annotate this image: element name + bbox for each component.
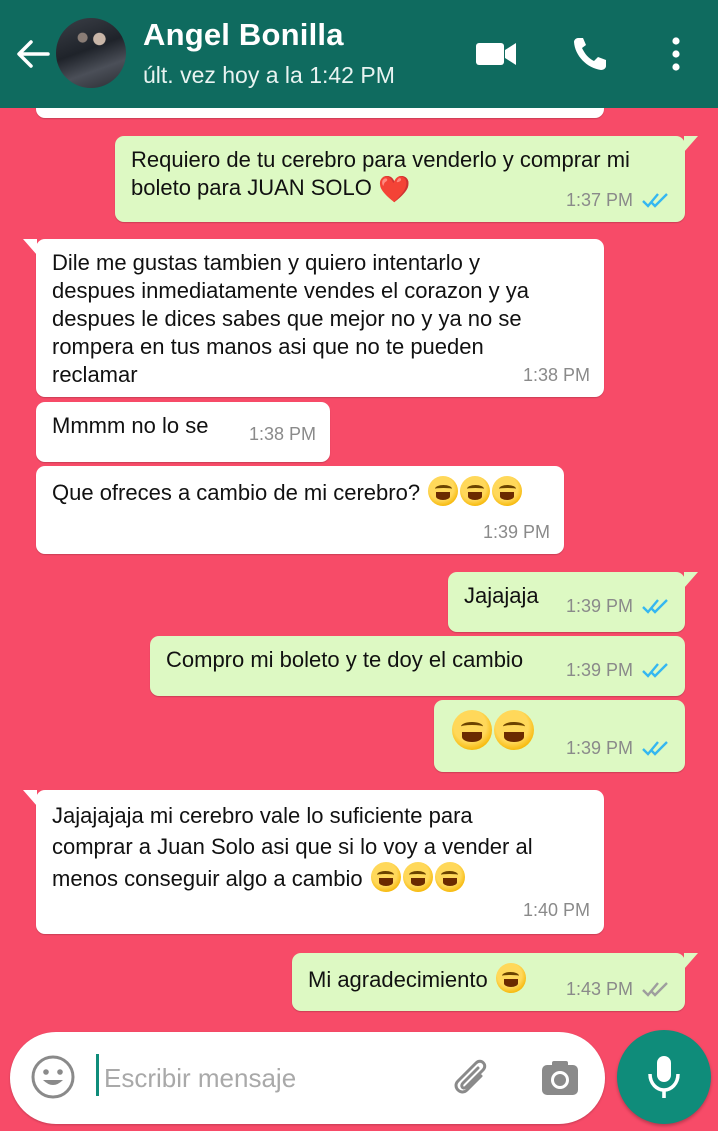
message-bubble-incoming[interactable]: Dile me gustas tambien y quiero intentar… bbox=[23, 239, 604, 397]
message-time: 1:39 PM bbox=[565, 596, 633, 616]
message-bubble-incoming[interactable]: Mmmm no lo se 1:38 PM bbox=[36, 402, 330, 462]
message-bubble-outgoing[interactable]: Jajajaja 1:39 PM bbox=[448, 572, 698, 632]
message-bubble-incoming[interactable]: Que ofreces a cambio de mi cerebro? 1:39… bbox=[36, 466, 564, 554]
message-time: 1:43 PM bbox=[565, 979, 633, 999]
back-arrow-icon[interactable] bbox=[14, 36, 52, 72]
phone-icon[interactable] bbox=[570, 34, 614, 74]
message-time: 1:39 PM bbox=[565, 660, 633, 680]
message-bubble-incoming[interactable]: Jajajajaja mi cerebro vale lo suficiente… bbox=[23, 790, 604, 934]
read-receipt-icon bbox=[642, 663, 668, 678]
video-call-icon[interactable] bbox=[474, 34, 518, 74]
message-meta: 1:43 PM bbox=[566, 975, 671, 1003]
message-input[interactable] bbox=[102, 1054, 436, 1102]
heart-emoji: ❤️ bbox=[378, 174, 411, 204]
laughing-emoji-icon bbox=[450, 710, 534, 750]
text-cursor bbox=[96, 1054, 99, 1096]
message-meta: 1:39 PM bbox=[566, 592, 671, 620]
chat-header: Angel Bonilla últ. vez hoy a la 1:42 PM bbox=[0, 0, 718, 108]
message-meta: 1:38 PM bbox=[523, 361, 590, 389]
emoji-icon[interactable] bbox=[30, 1054, 76, 1100]
attach-icon[interactable] bbox=[448, 1054, 494, 1100]
delivered-receipt-icon bbox=[642, 982, 668, 997]
message-bubble-outgoing[interactable]: Mi agradecimiento 1:43 PM bbox=[292, 953, 698, 1011]
laughing-emoji-icon bbox=[494, 963, 526, 993]
message-meta: 1:39 PM bbox=[566, 734, 671, 762]
message-time: 1:39 PM bbox=[482, 522, 550, 542]
read-receipt-icon bbox=[642, 193, 668, 208]
contact-name[interactable]: Angel Bonilla bbox=[143, 17, 344, 53]
message-time: 1:37 PM bbox=[565, 190, 633, 210]
message-meta: 1:39 PM bbox=[566, 656, 671, 684]
last-seen-status: últ. vez hoy a la 1:42 PM bbox=[143, 62, 395, 88]
message-time: 1:38 PM bbox=[522, 365, 590, 385]
message-meta: 1:39 PM bbox=[483, 518, 550, 546]
message-meta: 1:40 PM bbox=[523, 895, 590, 926]
message-text: Mmmm no lo se bbox=[52, 413, 209, 438]
message-bubble-outgoing[interactable]: Requiero de tu cerebro para venderlo y c… bbox=[115, 136, 698, 222]
message-text: Mi agradecimiento bbox=[308, 967, 488, 992]
message-text: Dile me gustas tambien y quiero intentar… bbox=[52, 250, 529, 387]
message-bubble-outgoing[interactable]: 1:39 PM bbox=[434, 700, 685, 772]
contact-avatar[interactable] bbox=[56, 18, 126, 88]
message-time: 1:38 PM bbox=[248, 424, 316, 444]
laughing-emoji-icon bbox=[369, 862, 465, 892]
laughing-emoji-icon bbox=[426, 476, 523, 506]
message-list[interactable]: Requiero de tu cerebro para venderlo y c… bbox=[0, 78, 718, 1030]
message-composer bbox=[10, 1032, 605, 1124]
more-options-icon[interactable] bbox=[656, 34, 696, 74]
voice-message-button[interactable] bbox=[617, 1030, 711, 1124]
message-text: Que ofreces a cambio de mi cerebro? bbox=[52, 480, 421, 505]
message-meta: 1:38 PM bbox=[249, 420, 316, 448]
message-time: 1:39 PM bbox=[565, 738, 633, 758]
read-receipt-icon bbox=[642, 599, 668, 614]
read-receipt-icon bbox=[642, 741, 668, 756]
message-time: 1:40 PM bbox=[522, 900, 590, 920]
camera-icon[interactable] bbox=[538, 1056, 582, 1100]
microphone-icon bbox=[648, 1056, 680, 1098]
message-text: Jajajaja bbox=[464, 583, 539, 608]
message-meta: 1:37 PM bbox=[566, 186, 671, 214]
message-bubble-outgoing[interactable]: Compro mi boleto y te doy el cambio 1:39… bbox=[150, 636, 685, 696]
message-text: Compro mi boleto y te doy el cambio bbox=[166, 647, 524, 672]
